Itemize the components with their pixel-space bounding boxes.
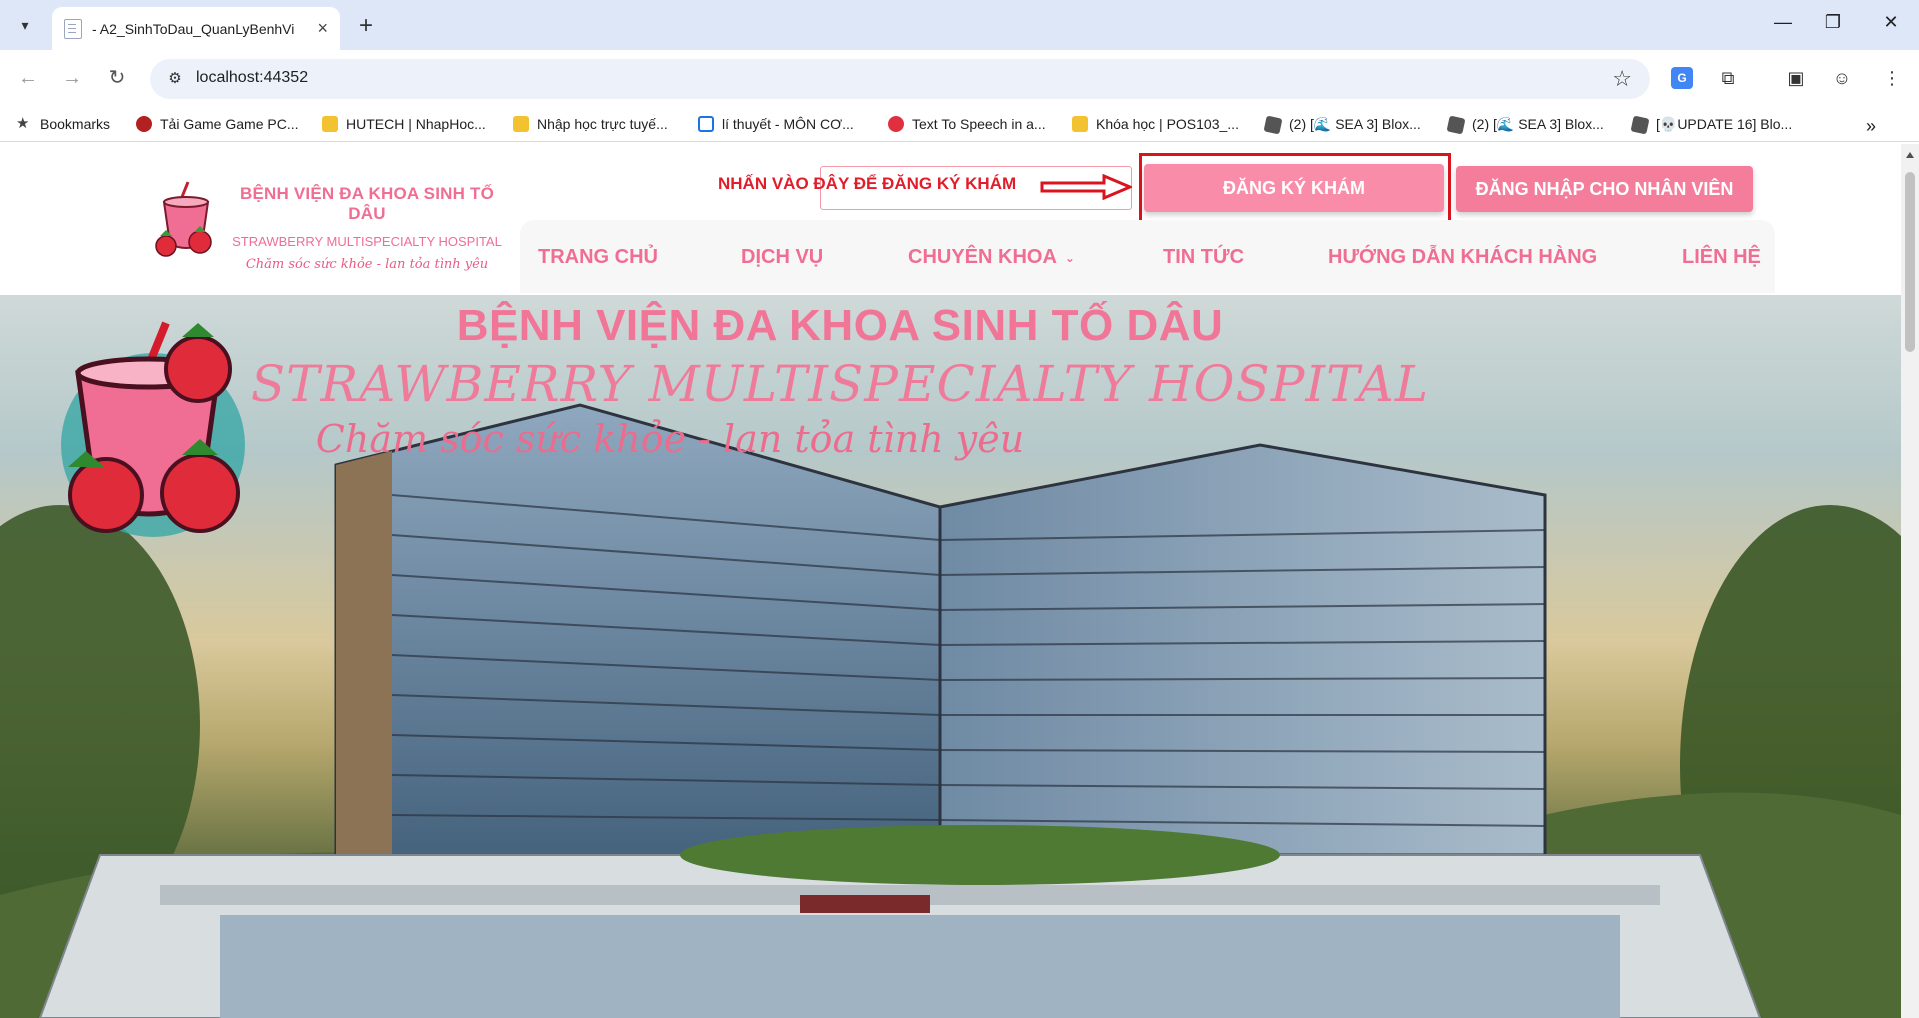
new-tab-button[interactable]: +	[352, 12, 380, 40]
roblox-icon	[1446, 115, 1466, 134]
brand-name: BỆNH VIỆN ĐA KHOA SINH TỐ DÂU	[239, 184, 495, 223]
hero-slogan: Chăm sóc sức khỏe - lan tỏa tình yêu	[315, 417, 1025, 461]
staff-login-button[interactable]: ĐĂNG NHẬP CHO NHÂN VIÊN	[1456, 166, 1753, 212]
nav-item-home[interactable]: TRANG CHỦ	[538, 246, 658, 269]
game-icon	[136, 116, 152, 132]
bookmark-item[interactable]: [💀UPDATE 16] Blo...	[1630, 115, 1792, 134]
window-close-button[interactable]: ✕	[1876, 12, 1906, 33]
star-icon: ★	[16, 115, 30, 132]
google-translate-icon[interactable]: G	[1671, 67, 1693, 89]
browser-tab[interactable]: - A2_SinhToDau_QuanLyBenhVi ×	[52, 7, 340, 50]
page-scrollbar[interactable]	[1901, 144, 1919, 1018]
register-exam-button[interactable]: ĐĂNG KÝ KHÁM	[1144, 164, 1444, 212]
back-arrow-icon[interactable]: ←	[14, 64, 42, 92]
bookmark-item[interactable]: (2) [🌊 SEA 3] Blox...	[1446, 115, 1604, 134]
page-favicon-icon	[64, 18, 82, 39]
menu-kebab-icon[interactable]: ⋮	[1878, 64, 1906, 92]
forward-arrow-icon[interactable]: →	[58, 64, 86, 92]
minimize-button[interactable]: —	[1768, 12, 1798, 33]
heart-icon	[888, 116, 904, 132]
scroll-up-arrow-icon[interactable]	[1906, 152, 1914, 158]
board-icon	[698, 116, 714, 132]
site-settings-icon[interactable]: ⚙	[164, 68, 186, 90]
shield-icon	[513, 116, 529, 132]
brand-english-name: STRAWBERRY MULTISPECIALTY HOSPITAL	[232, 234, 502, 249]
web-page: BỆNH VIỆN ĐA KHOA SINH TỐ DÂU STRAWBERRY…	[0, 144, 1901, 1018]
brand-slogan: Chăm sóc sức khỏe - lan tỏa tình yêu	[245, 257, 489, 272]
nav-item-contact[interactable]: LIÊN HỆ	[1682, 246, 1761, 269]
roblox-icon	[1263, 115, 1283, 134]
shield-icon	[322, 116, 338, 132]
side-panel-icon[interactable]: ▣	[1782, 64, 1810, 92]
chevron-down-icon: ⌄	[1064, 250, 1075, 265]
register-hint-text: NHẤN VÀO ĐÂY ĐỂ ĐĂNG KÝ KHÁM	[718, 174, 1017, 193]
nav-item-news[interactable]: TIN TỨC	[1163, 246, 1244, 269]
address-bar[interactable]: ⚙ localhost:44352 ☆	[150, 59, 1650, 99]
bookmark-item[interactable]: ★ Bookmarks	[16, 115, 110, 133]
nav-item-services[interactable]: DỊCH VỤ	[741, 246, 823, 269]
url-text: localhost:44352	[196, 69, 309, 86]
scroll-thumb[interactable]	[1905, 172, 1915, 352]
nav-item-specialties-label: CHUYÊN KHOA	[908, 246, 1057, 268]
more-bookmarks-chevron-icon[interactable]: »	[1866, 116, 1876, 137]
bookmark-item[interactable]: Tải Game Game PC...	[136, 116, 298, 132]
bookmark-item[interactable]: lí thuyết - MÔN CƠ...	[698, 116, 854, 132]
hero-banner: BỆNH VIỆN ĐA KHOA SINH TỐ DÂU STRAWBERRY…	[0, 295, 1901, 1018]
tab-title: - A2_SinhToDau_QuanLyBenhVi	[92, 20, 295, 37]
extensions-puzzle-icon[interactable]: ⧉	[1714, 64, 1742, 92]
hospital-logo-icon[interactable]	[150, 180, 222, 264]
tab-search-button[interactable]: ▾	[10, 11, 40, 39]
arrow-right-icon	[1040, 174, 1132, 200]
restore-button[interactable]: ❐	[1818, 12, 1848, 33]
chevron-down-icon: ▾	[21, 16, 29, 33]
nav-item-customer-guide[interactable]: HƯỚNG DẪN KHÁCH HÀNG	[1328, 246, 1597, 269]
roblox-icon	[1630, 115, 1650, 134]
bookmark-item[interactable]: Nhập học trực tuyế...	[513, 116, 668, 132]
bookmark-item[interactable]: (2) [🌊 SEA 3] Blox...	[1263, 115, 1421, 134]
profile-avatar-icon[interactable]: ☺	[1828, 64, 1856, 92]
hero-title: BỆNH VIỆN ĐA KHOA SINH TỐ DÂU	[456, 301, 1224, 350]
close-icon[interactable]: ×	[317, 18, 328, 39]
nav-item-specialties[interactable]: CHUYÊN KHOA ⌄	[908, 246, 1075, 269]
shield-icon	[1072, 116, 1088, 132]
brand-block[interactable]: BỆNH VIỆN ĐA KHOA SINH TỐ DÂU STRAWBERRY…	[232, 184, 502, 272]
bookmark-star-icon[interactable]: ☆	[1612, 66, 1632, 92]
hero-subtitle: STRAWBERRY MULTISPECIALTY HOSPITAL	[250, 355, 1430, 413]
bookmark-item[interactable]: Khóa học | POS103_...	[1072, 116, 1239, 132]
bookmark-item[interactable]: Text To Speech in a...	[888, 116, 1046, 132]
bookmark-item[interactable]: HUTECH | NhapHoc...	[322, 116, 486, 132]
reload-icon[interactable]: ↻	[103, 64, 131, 92]
